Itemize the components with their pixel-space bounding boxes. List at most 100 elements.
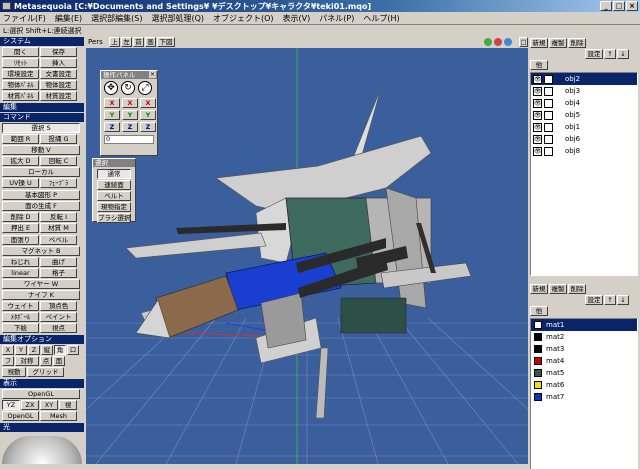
weight-button[interactable]: ウェイト	[2, 301, 39, 311]
material-row[interactable]: mat1	[531, 319, 637, 331]
knife-button[interactable]: ナイフ K	[2, 290, 80, 300]
option-ro-button[interactable]: ロ	[67, 345, 79, 355]
linear-button[interactable]: linear	[2, 268, 39, 278]
visibility-icon[interactable]: 👁	[533, 86, 542, 96]
palette-close-icon[interactable]: ×	[149, 71, 156, 78]
open-button[interactable]: 開く	[2, 47, 39, 57]
scale-icon[interactable]: ⤢	[138, 81, 152, 95]
metaball-button[interactable]: ﾒﾀﾎﾞｰﾙ	[2, 312, 39, 322]
view-top-tab[interactable]: 上	[109, 37, 120, 47]
material-duplicate-button[interactable]: 複製	[549, 284, 567, 294]
material-row[interactable]: mat5	[531, 367, 637, 379]
rotate-tool-button[interactable]: 回転 C	[40, 156, 77, 166]
object-up-button[interactable]: ↑	[604, 49, 616, 59]
visibility-icon[interactable]: 👁	[533, 98, 542, 108]
select-normal-button[interactable]: 通常	[97, 169, 131, 179]
maximize-button[interactable]: □	[613, 1, 625, 11]
point-button[interactable]: 点	[40, 356, 52, 366]
minimize-button[interactable]: _	[600, 1, 612, 11]
material-tool-button[interactable]: 材質 M	[40, 223, 77, 233]
delete-button[interactable]: 削除 D	[2, 212, 39, 222]
extrude-button[interactable]: 押出 E	[2, 223, 39, 233]
move-y-button[interactable]: Y	[104, 110, 120, 120]
select-current-button[interactable]: 現物指定	[97, 202, 131, 212]
lock-icon[interactable]	[544, 122, 553, 132]
object-new-button[interactable]: 新規	[530, 38, 548, 48]
object-row[interactable]: 👁 obj3	[531, 85, 637, 97]
menu-panel[interactable]: パネル(P)	[319, 13, 354, 24]
move-z-button[interactable]: Z	[104, 122, 120, 132]
mesh-button[interactable]: Mesh	[40, 411, 77, 421]
twist-button[interactable]: ねじれ	[2, 257, 39, 267]
range-tool-button[interactable]: 範囲 R	[2, 134, 39, 144]
move-x-button[interactable]: X	[104, 98, 120, 108]
close-button[interactable]: ×	[626, 1, 638, 11]
scale-tool-button[interactable]: 拡大 D	[2, 156, 39, 166]
material-row[interactable]: mat6	[531, 379, 637, 391]
local-tool-button[interactable]: ローカル	[2, 167, 80, 177]
object-row[interactable]: 👁 obj5	[531, 109, 637, 121]
object-settings-button[interactable]: 物体設定	[40, 80, 77, 90]
material-row[interactable]: mat3	[531, 343, 637, 355]
reset-button[interactable]: ﾘｾｯﾄ	[2, 58, 39, 68]
material-settings-button[interactable]: 材質設定	[40, 91, 77, 101]
lock-x-button[interactable]: X	[2, 345, 14, 355]
material-delete-button[interactable]: 削除	[568, 284, 586, 294]
view-persp-button[interactable]: 視	[59, 400, 77, 410]
visibility-icon[interactable]: 👁	[533, 146, 542, 156]
material-row[interactable]: mat7	[531, 391, 637, 403]
rotate-y-button[interactable]: Y	[122, 110, 138, 120]
material-other-button[interactable]: 他	[530, 306, 548, 316]
visibility-icon[interactable]: 👁	[533, 134, 542, 144]
scale-x-button[interactable]: X	[140, 98, 156, 108]
primitive-button[interactable]: 基本図形 P	[2, 190, 80, 200]
material-new-button[interactable]: 新規	[530, 284, 548, 294]
object-delete-button[interactable]: 削除	[568, 38, 586, 48]
view-yz-button[interactable]: YZ	[2, 400, 20, 410]
select-brush-button[interactable]: ブラシ選択	[97, 213, 131, 223]
menu-view[interactable]: 表示(V)	[283, 13, 311, 24]
view-xy-button[interactable]: XY	[40, 400, 58, 410]
operation-value-field[interactable]: 0	[104, 135, 154, 144]
create-face-button[interactable]: 面の生成 F	[2, 201, 80, 211]
display-header[interactable]: 表示	[0, 379, 84, 388]
lasso-tool-button[interactable]: 投縄 G	[40, 134, 77, 144]
edit-option-header[interactable]: 編集オプション	[0, 335, 84, 344]
select-tool-button[interactable]: 選択 S	[2, 123, 80, 133]
menu-file[interactable]: ファイル(F)	[3, 13, 46, 24]
object-duplicate-button[interactable]: 複製	[549, 38, 567, 48]
lock-z-button[interactable]: Z	[28, 345, 40, 355]
menu-selection-edit[interactable]: 選択部編集(S)	[91, 13, 142, 24]
system-header[interactable]: システム	[0, 37, 84, 46]
zoom-view-icon[interactable]	[504, 38, 512, 46]
view-zx-button[interactable]: ZX	[21, 400, 39, 410]
lock-icon[interactable]	[544, 86, 553, 96]
light-header[interactable]: 光	[0, 423, 84, 432]
lock-icon[interactable]	[544, 98, 553, 108]
view-front-tab[interactable]: 前	[133, 37, 144, 47]
flip-button[interactable]: 反転 I	[40, 212, 77, 222]
move-icon[interactable]: ✥	[104, 81, 118, 95]
3d-viewport[interactable]: 操作パネル × ✥ ↻ ⤢ X X X Y Y Y Z Z Z 0 選択 通常 連…	[86, 48, 528, 464]
object-settings-button[interactable]: 設定	[585, 49, 603, 59]
lock-y-button[interactable]: Y	[15, 345, 27, 355]
lattice-button[interactable]: 格子	[40, 268, 77, 278]
lock-icon[interactable]	[544, 146, 553, 156]
paint-button[interactable]: ペイント	[40, 312, 77, 322]
material-up-button[interactable]: ↑	[604, 295, 616, 305]
vertex-color-button[interactable]: 頂点色	[40, 301, 77, 311]
object-other-button[interactable]: 他	[530, 60, 548, 70]
rotate-view-icon[interactable]	[494, 38, 502, 46]
uv-tool-button[interactable]: UV操 U	[2, 178, 39, 188]
object-row[interactable]: 👁 obj1	[531, 121, 637, 133]
material-down-button[interactable]: ↓	[617, 295, 629, 305]
underlay-tab[interactable]: 下図	[157, 37, 175, 47]
command-header[interactable]: コマンド	[0, 113, 84, 122]
material-row[interactable]: mat2	[531, 331, 637, 343]
light-direction-sphere[interactable]	[2, 436, 82, 464]
visibility-icon[interactable]: 👁	[533, 110, 542, 120]
object-row[interactable]: 👁 obj2	[531, 73, 637, 85]
doc-settings-button[interactable]: 文書設定	[40, 69, 77, 79]
corner-button[interactable]: 角	[54, 345, 66, 355]
bend-button[interactable]: 曲げ	[40, 257, 77, 267]
